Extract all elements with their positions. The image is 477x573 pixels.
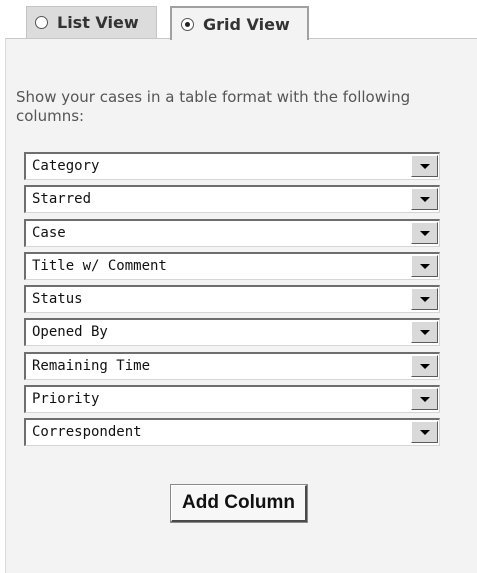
column-select-list: Category Starred Case Title w/ Comment S… bbox=[24, 152, 440, 452]
column-select-2[interactable]: Starred bbox=[24, 185, 440, 214]
tab-grid-view-label: Grid View bbox=[203, 14, 290, 34]
chevron-down-icon[interactable] bbox=[411, 221, 438, 244]
column-select-value: Case bbox=[32, 224, 66, 241]
chevron-down-icon[interactable] bbox=[411, 354, 438, 377]
radio-checked-icon[interactable] bbox=[181, 17, 194, 31]
column-select-value: Title w/ Comment bbox=[32, 257, 167, 274]
column-select-value: Priority bbox=[32, 391, 100, 408]
column-select-7[interactable]: Remaining Time bbox=[24, 351, 440, 380]
column-select-value: Starred bbox=[32, 191, 92, 208]
column-select-8[interactable]: Priority bbox=[24, 385, 440, 414]
tab-list-view-label: List View bbox=[57, 13, 139, 32]
add-column-button[interactable]: Add Column bbox=[170, 484, 308, 523]
radio-unchecked-icon[interactable] bbox=[35, 16, 48, 29]
tab-grid-view[interactable]: Grid View bbox=[170, 6, 309, 40]
chevron-down-icon[interactable] bbox=[411, 188, 438, 211]
column-select-value: Correspondent bbox=[32, 424, 142, 441]
column-select-value: Opened By bbox=[32, 324, 108, 341]
chevron-down-icon[interactable] bbox=[411, 388, 438, 411]
column-select-value: Remaining Time bbox=[32, 357, 151, 374]
chevron-down-icon[interactable] bbox=[411, 421, 438, 444]
instructions-text: Show your cases in a table format with t… bbox=[16, 88, 411, 125]
chevron-down-icon[interactable] bbox=[411, 155, 438, 177]
column-select-5[interactable]: Status bbox=[24, 285, 440, 314]
column-select-3[interactable]: Case bbox=[24, 218, 440, 247]
column-select-9[interactable]: Correspondent bbox=[24, 418, 440, 447]
column-select-value: Category bbox=[32, 158, 100, 174]
column-select-1[interactable]: Category bbox=[24, 152, 440, 180]
column-select-value: Status bbox=[32, 291, 83, 308]
chevron-down-icon[interactable] bbox=[411, 254, 438, 277]
tab-list-view[interactable]: List View bbox=[26, 6, 157, 38]
chevron-down-icon[interactable] bbox=[411, 321, 438, 344]
column-select-6[interactable]: Opened By bbox=[24, 318, 440, 347]
chevron-down-icon[interactable] bbox=[411, 288, 438, 311]
column-select-4[interactable]: Title w/ Comment bbox=[24, 251, 440, 280]
